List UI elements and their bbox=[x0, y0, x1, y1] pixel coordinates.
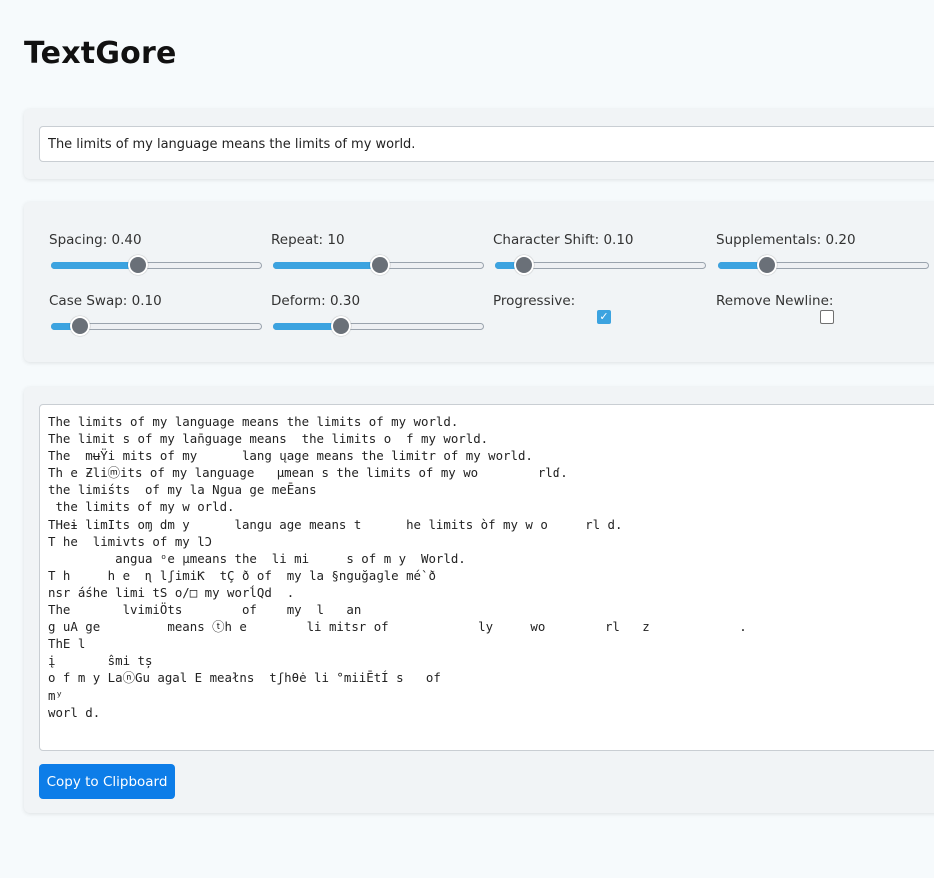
slider-thumb[interactable] bbox=[369, 255, 390, 275]
case-swap-label: Case Swap: 0.10 bbox=[49, 293, 162, 309]
output-textarea[interactable]: The limits of my language means the limi… bbox=[39, 404, 934, 751]
supplementals-control: Supplementals: 0.20 bbox=[716, 232, 930, 275]
slider-fill bbox=[273, 262, 379, 269]
app-title: TextGore bbox=[24, 36, 177, 71]
repeat-slider[interactable] bbox=[273, 255, 484, 275]
progressive-control: Progressive: ✓ bbox=[493, 293, 707, 324]
progressive-checkbox[interactable]: ✓ bbox=[597, 310, 611, 324]
repeat-label: Repeat: 10 bbox=[271, 232, 345, 248]
output-card: The limits of my language means the limi… bbox=[24, 387, 934, 813]
progressive-label: Progressive: bbox=[493, 293, 576, 309]
case-swap-control: Case Swap: 0.10 bbox=[49, 293, 263, 336]
supplementals-label: Supplementals: 0.20 bbox=[716, 232, 856, 248]
slider-fill bbox=[273, 323, 340, 330]
remove-newline-checkbox[interactable] bbox=[820, 310, 834, 324]
case-swap-slider[interactable] bbox=[51, 316, 262, 336]
spacing-control: Spacing: 0.40 bbox=[49, 232, 263, 275]
remove-newline-control: Remove Newline: bbox=[716, 293, 930, 324]
character-shift-label: Character Shift: 0.10 bbox=[493, 232, 634, 248]
slider-thumb[interactable] bbox=[514, 255, 535, 275]
input-card bbox=[24, 109, 934, 179]
slider-thumb[interactable] bbox=[330, 316, 351, 336]
deform-control: Deform: 0.30 bbox=[271, 293, 485, 336]
deform-slider[interactable] bbox=[273, 316, 484, 336]
slider-thumb[interactable] bbox=[756, 255, 777, 275]
controls-card: Spacing: 0.40 Repeat: 10 Character Shift… bbox=[24, 202, 934, 362]
remove-newline-label: Remove Newline: bbox=[716, 293, 834, 309]
character-shift-control: Character Shift: 0.10 bbox=[493, 232, 707, 275]
character-shift-slider[interactable] bbox=[495, 255, 706, 275]
slider-thumb[interactable] bbox=[70, 316, 91, 336]
spacing-label: Spacing: 0.40 bbox=[49, 232, 142, 248]
repeat-control: Repeat: 10 bbox=[271, 232, 485, 275]
spacing-slider[interactable] bbox=[51, 255, 262, 275]
supplementals-slider[interactable] bbox=[718, 255, 929, 275]
source-text-input[interactable] bbox=[39, 126, 934, 162]
copy-to-clipboard-button[interactable]: Copy to Clipboard bbox=[39, 764, 175, 799]
deform-label: Deform: 0.30 bbox=[271, 293, 361, 309]
slider-thumb[interactable] bbox=[128, 255, 149, 275]
slider-fill bbox=[51, 262, 138, 269]
